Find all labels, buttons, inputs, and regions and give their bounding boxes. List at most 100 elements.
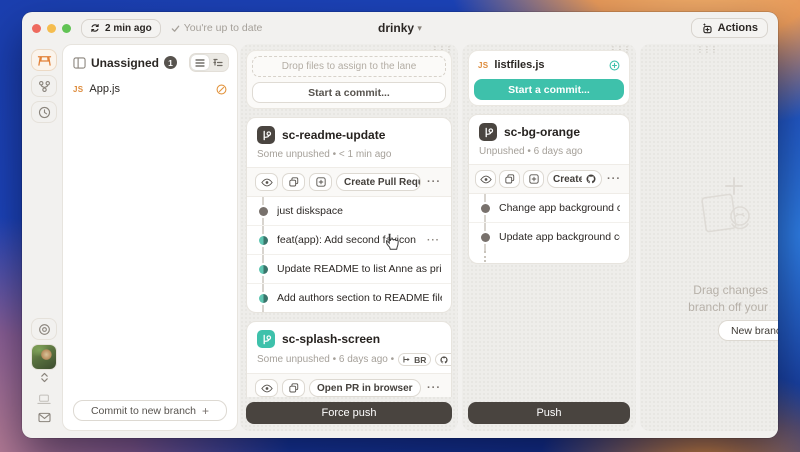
review-button[interactable] bbox=[475, 170, 496, 188]
branch-name: sc-readme-update bbox=[282, 128, 385, 142]
copy-branch-button[interactable] bbox=[499, 170, 520, 188]
branch-header[interactable]: sc-splash-screen Some unpushed • 6 days … bbox=[247, 322, 451, 373]
new-branch-button[interactable]: New branch bbox=[718, 320, 778, 341]
review-button[interactable] bbox=[255, 379, 278, 397]
commit-row[interactable]: just diskspace bbox=[247, 197, 451, 226]
branch-meta: Unpushed • 6 days ago bbox=[479, 146, 619, 157]
mail-icon bbox=[38, 412, 51, 423]
settings-button[interactable] bbox=[31, 318, 57, 340]
list-icon bbox=[195, 59, 205, 67]
file-name: listfiles.js bbox=[494, 59, 544, 71]
copy-branch-button[interactable] bbox=[282, 379, 305, 397]
file-row-listfiles[interactable]: JS listfiles.js bbox=[474, 56, 624, 74]
lane-drag-handle[interactable]: ⋮⋮⋮ bbox=[696, 45, 717, 55]
commit-message: Change app background color t... bbox=[499, 202, 620, 214]
workbench-icon bbox=[37, 54, 52, 67]
commit-row[interactable]: Update README to list Anne as primary au… bbox=[247, 255, 451, 284]
commit-message: feat(app): Add second favicon to web ... bbox=[277, 234, 416, 246]
commit-dot-pushed bbox=[259, 294, 268, 303]
sync-button[interactable]: 2 min ago bbox=[81, 19, 161, 38]
commit-dot-local bbox=[259, 207, 268, 216]
close-window-button[interactable] bbox=[32, 24, 41, 33]
start-commit-label: Start a commit... bbox=[508, 84, 590, 96]
tree-view-button[interactable] bbox=[209, 55, 227, 70]
modified-status-icon bbox=[216, 84, 227, 95]
start-commit-button[interactable]: Start a commit... bbox=[474, 79, 624, 100]
drag-illustration bbox=[696, 174, 762, 244]
branch-header[interactable]: sc-bg-orange Unpushed • 6 days ago bbox=[469, 115, 629, 164]
list-view-button[interactable] bbox=[191, 55, 209, 70]
create-pull-request-button[interactable]: Create Pull Request bbox=[336, 173, 421, 191]
plus-icon: + bbox=[202, 404, 209, 418]
branches-icon bbox=[38, 80, 51, 93]
feedback-button[interactable] bbox=[31, 412, 57, 423]
account-switcher[interactable] bbox=[31, 372, 57, 383]
github-icon bbox=[586, 174, 596, 184]
branch-name: sc-bg-orange bbox=[504, 125, 580, 139]
branch-meta-text: Unpushed • 6 days ago bbox=[479, 146, 583, 157]
commit-to-new-branch-label: Commit to new branch bbox=[91, 405, 196, 417]
branch-icon bbox=[257, 330, 275, 348]
unassigned-header: Unassigned 1 bbox=[63, 45, 237, 78]
uncommitted-card: Drop files to assign to the lane Start a… bbox=[246, 50, 452, 109]
lane-bg-orange: ⋮⋮⋮ JS listfiles.js Start a commit... bbox=[462, 44, 636, 431]
commit-message: Add authors section to README file bbox=[277, 292, 442, 304]
drop-zone[interactable]: Drop files to assign to the lane bbox=[252, 56, 446, 77]
pr-chip[interactable]: PR bbox=[435, 353, 452, 366]
commit-dot-pushed bbox=[259, 265, 268, 274]
drop-hint: Drop files to assign to the lane bbox=[282, 61, 417, 72]
eye-icon bbox=[480, 175, 492, 184]
copy-branch-button[interactable] bbox=[282, 173, 305, 191]
commit-message: just diskspace bbox=[277, 205, 442, 217]
branches-button[interactable] bbox=[31, 75, 57, 97]
commit-menu-button[interactable]: ··· bbox=[425, 235, 442, 246]
js-file-icon: JS bbox=[73, 85, 83, 94]
view-toggle bbox=[189, 53, 229, 72]
lane-scroll-area[interactable]: Drop files to assign to the lane Start a… bbox=[246, 50, 452, 397]
device-button[interactable] bbox=[31, 394, 57, 405]
commit-row[interactable]: feat(app): Add second favicon to web ...… bbox=[247, 226, 451, 255]
chevron-down-icon: ▾ bbox=[417, 23, 422, 33]
push-button[interactable]: Push bbox=[468, 402, 630, 424]
hint-line-2: branch off your bbox=[688, 299, 768, 316]
lane-scroll-area[interactable]: JS listfiles.js Start a commit... bbox=[468, 50, 630, 397]
branch-actions: Open PR in browser ··· bbox=[247, 373, 451, 397]
branch-actions: Create Pull Req... ··· bbox=[469, 164, 629, 194]
commit-row[interactable]: Add authors section to README file bbox=[247, 284, 451, 312]
add-pr-number-button[interactable] bbox=[523, 170, 544, 188]
status-up-to-date: You're up to date bbox=[171, 22, 263, 34]
create-pr-label: Create Pull Request bbox=[344, 177, 421, 188]
copy-icon bbox=[289, 383, 299, 393]
copy-icon bbox=[289, 177, 299, 187]
workspace-button[interactable] bbox=[31, 49, 57, 71]
board-icon bbox=[73, 57, 86, 69]
force-push-button[interactable]: Force push bbox=[246, 402, 452, 424]
user-avatar[interactable] bbox=[31, 344, 57, 370]
hint-line-1: Drag changes bbox=[688, 282, 768, 299]
unassigned-count-badge: 1 bbox=[164, 56, 177, 69]
commit-row[interactable]: Update app background color t... bbox=[469, 223, 629, 251]
open-pr-in-browser-button[interactable]: Open PR in browser bbox=[309, 379, 421, 397]
chevron-up-down-icon bbox=[40, 372, 49, 383]
branch-menu-button[interactable]: ··· bbox=[605, 173, 623, 185]
commit-row[interactable]: Change app background color t... bbox=[469, 194, 629, 223]
minimize-window-button[interactable] bbox=[47, 24, 56, 33]
branch-actions: Create Pull Request ··· bbox=[247, 167, 451, 197]
start-commit-button[interactable]: Start a commit... bbox=[252, 82, 446, 103]
review-button[interactable] bbox=[255, 173, 278, 191]
branch-header[interactable]: sc-readme-update Some unpushed • < 1 min… bbox=[247, 118, 451, 167]
zoom-window-button[interactable] bbox=[62, 24, 71, 33]
commit-dot-local bbox=[481, 204, 490, 213]
add-pr-number-button[interactable] bbox=[309, 173, 332, 191]
remote-branch-chip[interactable]: BR bbox=[398, 353, 431, 366]
square-plus-icon bbox=[529, 174, 539, 184]
unassigned-panel: Unassigned 1 JS App.js Commit to new bra… bbox=[62, 44, 238, 431]
file-row-appjs[interactable]: JS App.js bbox=[63, 78, 237, 100]
square-plus-icon bbox=[316, 177, 326, 187]
branch-menu-button[interactable]: ··· bbox=[425, 176, 443, 188]
commit-to-new-branch-button[interactable]: Commit to new branch + bbox=[73, 400, 227, 421]
create-pull-request-button[interactable]: Create Pull Req... bbox=[547, 170, 602, 188]
history-button[interactable] bbox=[31, 101, 57, 123]
actions-button[interactable]: Actions bbox=[691, 18, 768, 38]
branch-menu-button[interactable]: ··· bbox=[425, 382, 443, 394]
